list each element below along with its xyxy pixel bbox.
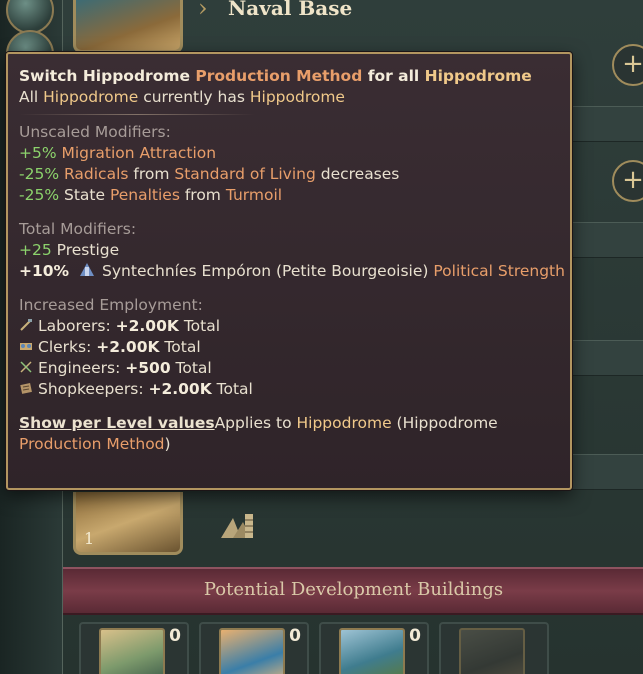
employment-value: +2.00K	[148, 380, 212, 398]
employment-value: +2.00K	[96, 338, 160, 356]
subtitle-text: currently has	[138, 88, 250, 106]
modifier-label: Migration Attraction	[56, 144, 217, 162]
title-building: Hippodrome	[424, 67, 532, 85]
modifier-value: +25	[19, 241, 52, 259]
footer-pm: Production Method	[19, 435, 165, 453]
footer-text: (Hippodrome	[391, 414, 498, 432]
divider	[19, 114, 255, 115]
development-card-canal-2[interactable]: 0	[319, 622, 429, 674]
production-method-tooltip: Switch Hippodrome Production Method for …	[6, 52, 572, 490]
panel-title: Naval Base	[228, 0, 353, 20]
employment-laborers: Laborers: +2.00K Total	[19, 316, 560, 337]
employment-suffix: Total	[170, 359, 212, 377]
footer-building: Hippodrome	[296, 414, 392, 432]
modifier-label: Standard of Living	[174, 165, 316, 183]
modifier-turmoil: -25% State Penalties from Turmoil	[19, 185, 560, 206]
production-method-icon[interactable]	[219, 510, 259, 540]
modifier-text: from	[179, 186, 226, 204]
rail-mask-button[interactable]	[6, 0, 54, 34]
card-count: 0	[289, 626, 301, 646]
development-card-rail[interactable]	[439, 622, 549, 674]
employment-shopkeepers: Shopkeepers: +2.00K Total	[19, 379, 560, 400]
employment-value: +500	[125, 359, 171, 377]
employment-clerks: Clerks: +2.00K Total	[19, 337, 560, 358]
employment-heading: Increased Employment:	[19, 296, 203, 314]
card-count: 0	[169, 626, 181, 646]
employment-suffix: Total	[159, 338, 201, 356]
pop-name: Shopkeepers	[38, 380, 139, 398]
canal-image	[339, 628, 405, 674]
hippodrome-building-card[interactable]: 1	[73, 492, 183, 555]
shopkeepers-icon	[20, 383, 32, 394]
naval-base-thumbnail[interactable]	[73, 0, 183, 53]
pop-name: Clerks	[38, 338, 87, 356]
laborers-icon	[20, 319, 32, 331]
subtitle-text: All	[19, 88, 44, 106]
tooltip-subtitle: All Hippodrome currently has Hippodrome	[19, 87, 560, 108]
statue-of-liberty-image	[99, 628, 165, 674]
modifier-value: -25%	[19, 165, 60, 183]
modifier-text: from	[128, 165, 175, 183]
modifier-value: -25%	[19, 186, 60, 204]
pop-name: Laborers	[38, 317, 106, 335]
interest-group-name: Syntechníes Empóron (Petite Bourgeoisie)	[102, 262, 434, 280]
employment-suffix: Total	[211, 380, 253, 398]
tooltip-footer: Show per Level valuesApplies to Hippodro…	[19, 413, 560, 455]
employment-value: +2.00K	[115, 317, 179, 335]
unscaled-heading: Unscaled Modifiers:	[19, 123, 171, 141]
development-banner: Potential Development Buildings	[63, 567, 643, 615]
chevron-right-icon: ›	[198, 0, 208, 22]
modifier-radicals: -25% Radicals from Standard of Living de…	[19, 164, 560, 185]
development-title: Potential Development Buildings	[203, 579, 504, 600]
modifier-migration: +5% Migration Attraction	[19, 143, 560, 164]
modifier-text: decreases	[315, 165, 400, 183]
interest-group-icon[interactable]	[78, 261, 96, 277]
employment-suffix: Total	[178, 317, 221, 335]
development-card-liberty[interactable]: 0	[79, 622, 189, 674]
modifier-label: Penalties	[109, 186, 180, 204]
title-text: Switch Hippodrome	[19, 67, 196, 85]
modifier-label: Political Strength	[433, 262, 565, 280]
footer-text: )	[164, 435, 171, 453]
add-button[interactable]: +	[612, 160, 643, 202]
total-heading: Total Modifiers:	[19, 220, 137, 238]
footer-text: Applies to	[214, 414, 297, 432]
title-text: for all	[362, 67, 425, 85]
modifier-value: +10%	[19, 262, 70, 280]
employment-engineers: Engineers: +500 Total	[19, 358, 560, 379]
development-card-canal[interactable]: 0	[199, 622, 309, 674]
modifier-value: +5%	[19, 144, 57, 162]
engineers-icon	[20, 361, 32, 373]
modifier-prestige: +25 Prestige	[19, 240, 560, 261]
show-per-level-link[interactable]: Show per Level values	[19, 414, 215, 432]
modifier-label: Radicals	[59, 165, 129, 183]
modifier-label: Prestige	[51, 241, 120, 259]
pop-name: Engineers	[38, 359, 116, 377]
card-count: 0	[409, 626, 421, 646]
modifier-political-strength: +10% Syntechníes Empóron (Petite Bourgeo…	[19, 261, 565, 282]
title-pm: Production Method	[195, 67, 363, 85]
add-button[interactable]: +	[612, 44, 643, 86]
building-level: 1	[84, 529, 95, 548]
railway-image	[459, 628, 525, 674]
modifier-text: State	[59, 186, 110, 204]
canal-image	[219, 628, 285, 674]
tooltip-title: Switch Hippodrome Production Method for …	[19, 66, 560, 87]
modifier-label: Turmoil	[225, 186, 283, 204]
subtitle-pm: Hippodrome	[249, 88, 345, 106]
clerks-icon	[20, 343, 32, 350]
subtitle-building: Hippodrome	[43, 88, 139, 106]
